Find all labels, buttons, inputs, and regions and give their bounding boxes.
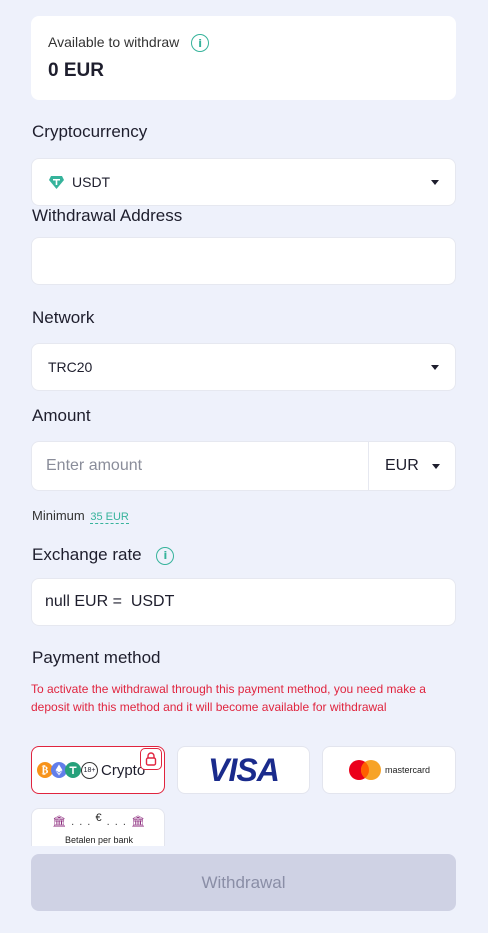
network-selected: TRC20 [48, 359, 93, 375]
crypto-select[interactable]: USDT [31, 158, 456, 206]
address-label: Withdrawal Address [32, 206, 183, 225]
payment-crypto[interactable]: ₿ 18+ Crypto [31, 746, 165, 794]
exchange-label: Exchange rate i [32, 545, 175, 565]
payment-notice: To activate the withdrawal through this … [31, 682, 426, 714]
minimum-value[interactable]: 35 EUR [90, 511, 129, 524]
network-select[interactable]: TRC20 [31, 343, 456, 391]
bank-graphic: 🏛 . . . € . . . 🏛 [52, 812, 146, 828]
info-icon[interactable]: i [156, 546, 175, 565]
withdrawal-button-label: Withdrawal [201, 872, 286, 892]
bank-icon: 🏛 [52, 816, 68, 828]
mastercard-icon [348, 759, 382, 781]
crypto-label: Cryptocurrency [32, 122, 148, 141]
lock-icon [140, 748, 162, 770]
withdrawal-button[interactable]: Withdrawal [31, 854, 456, 911]
minimum-row: Minimum 35 EUR [32, 508, 129, 524]
svg-text:₿: ₿ [42, 765, 49, 777]
age-badge: 18+ [81, 761, 98, 779]
payment-bank[interactable]: 🏛 . . . € . . . 🏛 Betalen per bank [31, 808, 165, 846]
network-label: Network [32, 308, 95, 327]
exchange-value: null EUR = USDT [45, 593, 175, 610]
tether-icon [48, 174, 65, 191]
amount-label: Amount [32, 406, 91, 425]
bank-icon: 🏛 [130, 816, 146, 828]
exchange-rate-field: null EUR = USDT [31, 578, 456, 626]
visa-logo: VISA [208, 751, 280, 788]
minimum-label: Minimum [32, 508, 85, 523]
chevron-down-icon [431, 180, 439, 185]
crypto-selected: USDT [72, 174, 111, 190]
payment-visa[interactable]: VISA [177, 746, 310, 794]
info-icon[interactable]: i [191, 34, 210, 53]
amount-group: EUR [31, 441, 456, 491]
balance-card: Available to withdraw i 0 EUR [31, 16, 456, 100]
crypto-label: Crypto [101, 761, 146, 779]
address-input[interactable] [31, 237, 456, 285]
balance-value: 0 EUR [48, 60, 104, 81]
amount-input[interactable] [32, 442, 369, 490]
chevron-down-icon [432, 464, 440, 469]
currency-selected: EUR [385, 457, 419, 474]
payment-label: Payment method [32, 648, 161, 667]
chevron-down-icon [431, 365, 439, 370]
payment-mastercard[interactable]: mastercard [322, 746, 456, 794]
bank-label: Betalen per bank [64, 835, 134, 845]
exchange-label-text: Exchange rate [32, 545, 142, 564]
mastercard-label: mastercard [384, 765, 430, 775]
currency-select[interactable]: EUR [370, 442, 456, 490]
tether-icon [65, 762, 81, 778]
balance-label: Available to withdraw [48, 34, 180, 50]
bank-symbol: € [95, 812, 103, 824]
